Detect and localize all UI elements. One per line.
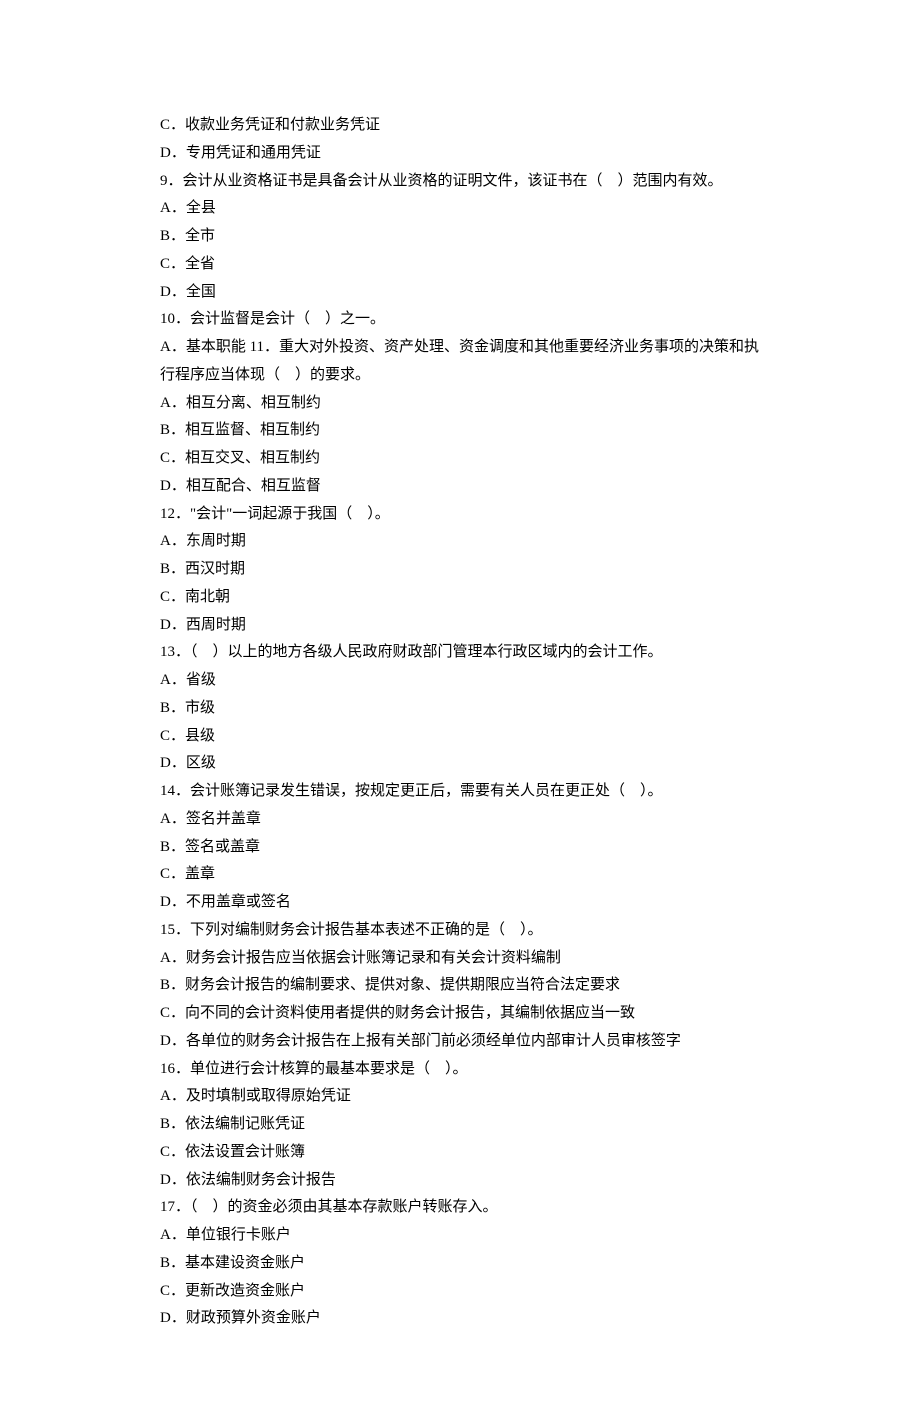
text-line: B．相互监督、相互制约 xyxy=(160,417,760,445)
text-line: 16．单位进行会计核算的最基本要求是（ ）。 xyxy=(160,1056,760,1084)
text-line: B．财务会计报告的编制要求、提供对象、提供期限应当符合法定要求 xyxy=(160,972,760,1000)
text-line: D．区级 xyxy=(160,750,760,778)
text-line: 13．（ ）以上的地方各级人民政府财政部门管理本行政区域内的会计工作。 xyxy=(160,639,760,667)
text-line: A．省级 xyxy=(160,667,760,695)
text-line: A．东周时期 xyxy=(160,528,760,556)
text-line: C．更新改造资金账户 xyxy=(160,1278,760,1306)
text-line: C．相互交叉、相互制约 xyxy=(160,445,760,473)
text-line: C．南北朝 xyxy=(160,584,760,612)
text-line: D．西周时期 xyxy=(160,612,760,640)
text-line: B．签名或盖章 xyxy=(160,834,760,862)
text-line: D．专用凭证和通用凭证 xyxy=(160,140,760,168)
text-line: D．相互配合、相互监督 xyxy=(160,473,760,501)
text-line: 12．"会计"一词起源于我国（ ）。 xyxy=(160,501,760,529)
text-line: 10．会计监督是会计（ ）之一。 xyxy=(160,306,760,334)
text-line: B．市级 xyxy=(160,695,760,723)
text-line: D．不用盖章或签名 xyxy=(160,889,760,917)
text-line: B．基本建设资金账户 xyxy=(160,1250,760,1278)
text-line: C．盖章 xyxy=(160,861,760,889)
text-line: A．签名并盖章 xyxy=(160,806,760,834)
text-line: A．单位银行卡账户 xyxy=(160,1222,760,1250)
text-line: 9．会计从业资格证书是具备会计从业资格的证明文件，该证书在（ ）范围内有效。 xyxy=(160,168,760,196)
text-line: C．收款业务凭证和付款业务凭证 xyxy=(160,112,760,140)
text-line: B．全市 xyxy=(160,223,760,251)
text-line: A．基本职能 11．重大对外投资、资产处理、资金调度和其他重要经济业务事项的决策… xyxy=(160,334,760,390)
text-line: C．向不同的会计资料使用者提供的财务会计报告，其编制依据应当一致 xyxy=(160,1000,760,1028)
document-page: C．收款业务凭证和付款业务凭证 D．专用凭证和通用凭证 9．会计从业资格证书是具… xyxy=(0,0,920,1413)
text-line: A．全县 xyxy=(160,195,760,223)
text-line: A．及时填制或取得原始凭证 xyxy=(160,1083,760,1111)
text-line: C．县级 xyxy=(160,723,760,751)
text-line: D．财政预算外资金账户 xyxy=(160,1305,760,1333)
text-line: 17．（ ）的资金必须由其基本存款账户转账存入。 xyxy=(160,1194,760,1222)
text-line: A．财务会计报告应当依据会计账簿记录和有关会计资料编制 xyxy=(160,945,760,973)
text-line: 14．会计账簿记录发生错误，按规定更正后，需要有关人员在更正处（ ）。 xyxy=(160,778,760,806)
text-line: C．依法设置会计账簿 xyxy=(160,1139,760,1167)
text-line: D．全国 xyxy=(160,279,760,307)
text-line: D．各单位的财务会计报告在上报有关部门前必须经单位内部审计人员审核签字 xyxy=(160,1028,760,1056)
text-line: D．依法编制财务会计报告 xyxy=(160,1167,760,1195)
text-line: C．全省 xyxy=(160,251,760,279)
text-line: 15．下列对编制财务会计报告基本表述不正确的是（ ）。 xyxy=(160,917,760,945)
text-line: B．西汉时期 xyxy=(160,556,760,584)
text-line: B．依法编制记账凭证 xyxy=(160,1111,760,1139)
text-line: A．相互分离、相互制约 xyxy=(160,390,760,418)
